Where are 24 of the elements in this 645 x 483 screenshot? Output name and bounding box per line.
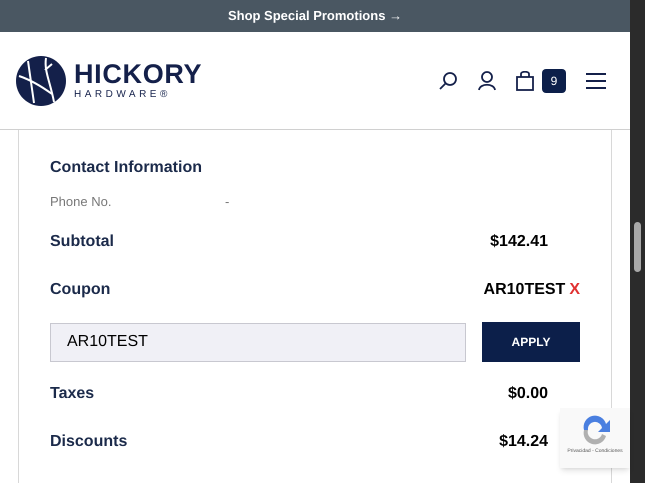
summary-value: $0.00: [508, 384, 548, 404]
promo-link[interactable]: Shop Special Promotions →: [228, 6, 402, 26]
phone-value: -: [225, 193, 230, 212]
phone-label: Phone No.: [50, 193, 112, 212]
summary-label: Taxes: [50, 384, 94, 404]
coupon-code: AR10TEST: [484, 280, 566, 300]
shopping-bag-icon[interactable]: [516, 70, 534, 90]
remove-coupon-button[interactable]: X: [569, 278, 580, 302]
menu-icon[interactable]: [586, 72, 606, 88]
summary-value: $14.24: [499, 432, 548, 452]
cart-count-badge: 9: [542, 68, 566, 92]
summary-label: Subtotal: [50, 232, 114, 252]
contact-heading: Contact Information: [50, 158, 203, 178]
logo-icon: [16, 56, 66, 106]
user-icon[interactable]: [478, 70, 496, 90]
apply-button[interactable]: APPLY: [482, 322, 580, 362]
logo-name: HICKORY: [74, 61, 202, 88]
logo-tagline: HARDWARE®: [74, 90, 172, 100]
scrollbar[interactable]: [630, 0, 645, 483]
search-icon[interactable]: [438, 70, 458, 90]
summary-label: Discounts: [50, 432, 128, 452]
coupon-input-field[interactable]: AR10TEST: [50, 322, 466, 362]
summary-value: $142.41: [490, 232, 548, 252]
summary-label: Coupon: [50, 280, 110, 300]
